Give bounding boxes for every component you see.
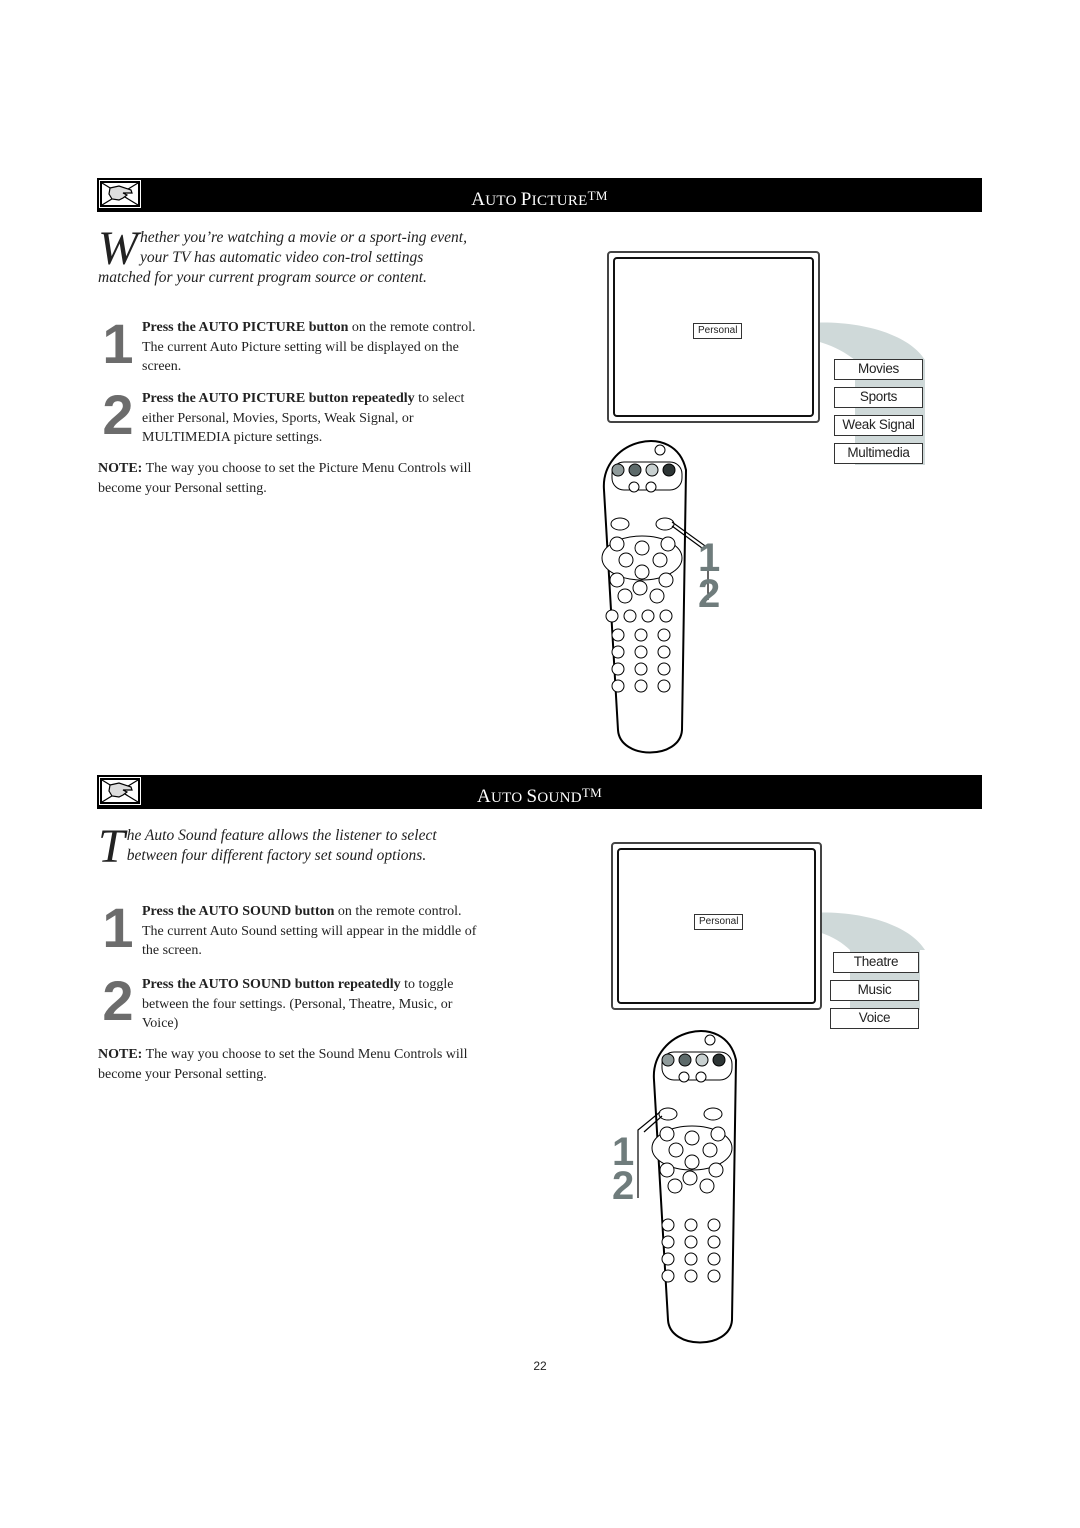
step-number: 2 <box>102 969 134 1032</box>
section-title: AUTO SOUNDTM <box>476 785 603 807</box>
step-number: 1 <box>102 312 134 375</box>
osd-label: Personal <box>694 914 744 930</box>
tv-screen: Personal <box>607 251 820 423</box>
intro-paragraph: The Auto Sound feature allows the listen… <box>98 820 437 873</box>
option-music: Music <box>830 980 919 1001</box>
option-weak-signal: Weak Signal <box>834 415 923 436</box>
drop-cap: T <box>98 820 125 873</box>
step-1: 1 Press the AUTO PICTURE button on the r… <box>98 312 478 377</box>
step-2: 2 Press the AUTO PICTURE button repeated… <box>98 383 478 448</box>
callout-number-2: 2 <box>698 572 721 616</box>
section-title: AUTO PICTURETM <box>471 188 608 210</box>
osd-label: Personal <box>693 323 743 339</box>
option-multimedia: Multimedia <box>834 443 923 464</box>
note: NOTE: The way you choose to set the Pict… <box>98 461 472 496</box>
step-2: 2 Press the AUTO SOUND button repeatedly… <box>98 969 478 1034</box>
note: NOTE: The way you choose to set the Soun… <box>98 1047 468 1082</box>
drop-cap: W <box>98 222 138 275</box>
page-number: 22 <box>533 1359 547 1373</box>
step-number: 1 <box>102 896 134 959</box>
option-sports: Sports <box>834 387 923 408</box>
intro-paragraph: Whether you’re watching a movie or a spo… <box>98 222 467 287</box>
option-voice: Voice <box>830 1008 919 1029</box>
callout-number-2: 2 <box>612 1164 635 1208</box>
step-number: 2 <box>102 383 134 446</box>
option-movies: Movies <box>834 359 923 380</box>
option-theatre: Theatre <box>833 952 919 973</box>
section-header-auto-picture: AUTO PICTURETM <box>97 178 982 212</box>
section-header-auto-sound: AUTO SOUNDTM <box>97 775 982 809</box>
tv-screen: Personal <box>611 842 822 1010</box>
step-1: 1 Press the AUTO SOUND button on the rem… <box>98 896 478 961</box>
